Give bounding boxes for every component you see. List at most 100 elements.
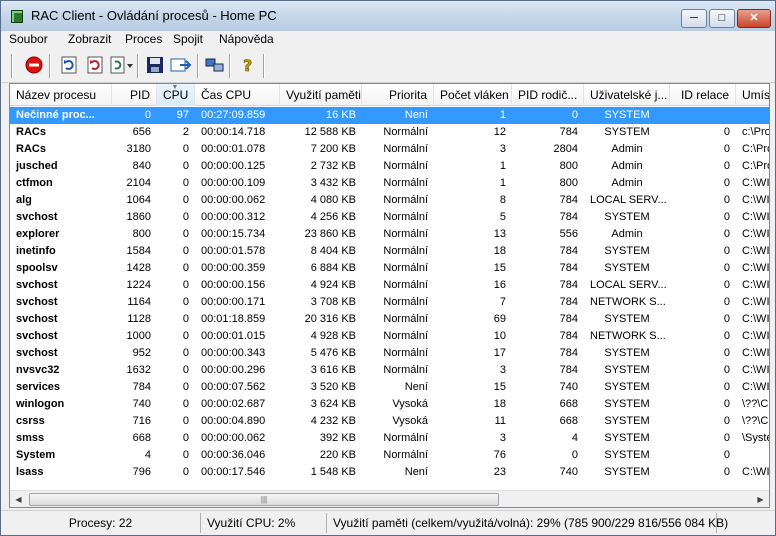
table-row[interactable]: svchost 1224 0 00:00:00.156 4 924 KB Normální…	[10, 277, 769, 294]
table-row[interactable]: smss 668 0 00:00:00.062 392 KB Normální 3 4 SYST…	[10, 430, 769, 447]
cell-name: Nečinné proc...	[16, 109, 95, 121]
table-row[interactable]: nvsvc32 1632 0 00:00:00.296 3 616 KB Normální…	[10, 362, 769, 379]
table-row[interactable]: alg 1064 0 00:00:00.062 4 080 KB Normální 8 784…	[10, 192, 769, 209]
cell-location: \??\C:\	[742, 398, 769, 410]
auto-refresh-dropdown[interactable]	[109, 54, 135, 76]
cell-user: SYSTEM	[604, 415, 650, 427]
cell-session-id: 0	[723, 415, 730, 427]
cell-user: SYSTEM	[604, 381, 650, 393]
app-window: RAC Client - Ovládání procesů - Home PC …	[0, 0, 776, 536]
column-header-user[interactable]: Uživatelské j...	[584, 84, 670, 106]
svg-text:?: ?	[243, 56, 252, 74]
cell-cpu-time: 00:00:00.062	[201, 194, 266, 206]
table-row[interactable]: svchost 1000 0 00:00:01.015 4 928 KB Normální…	[10, 328, 769, 345]
scroll-right-icon[interactable]: ▶	[752, 491, 769, 507]
cell-location: C:\WIN	[742, 177, 770, 189]
refresh-all-button[interactable]	[84, 54, 106, 76]
help-button[interactable]: ?	[237, 54, 259, 76]
column-header-name[interactable]: Název procesu	[10, 84, 112, 106]
cell-threads: 15	[493, 381, 506, 393]
column-header-priority[interactable]: Priorita	[362, 84, 434, 106]
cell-location	[736, 447, 769, 464]
table-row[interactable]: ctfmon 2104 0 00:00:00.109 3 432 KB Normální 1…	[10, 175, 769, 192]
maximize-button[interactable]: □	[709, 9, 735, 28]
column-header-pid[interactable]: PID	[112, 84, 157, 106]
cell-cpu-time: 00:00:01.078	[201, 143, 266, 155]
table-row[interactable]: System 4 0 00:00:36.046 220 KB Normální 76 0 SYS…	[10, 447, 769, 464]
title-bar[interactable]: RAC Client - Ovládání procesů - Home PC …	[1, 1, 775, 31]
scrollbar-thumb[interactable]: |||	[29, 493, 499, 506]
table-row[interactable]: svchost 952 0 00:00:00.343 5 476 KB Normální 1…	[10, 345, 769, 362]
refresh-button[interactable]	[58, 54, 80, 76]
table-row[interactable]: inetinfo 1584 0 00:00:01.578 8 404 KB Normáln…	[10, 243, 769, 260]
menu-spojit[interactable]: Spojit	[173, 32, 203, 46]
minimize-icon: ─	[690, 12, 698, 24]
table-row[interactable]: csrss 716 0 00:00:04.890 4 232 KB Vysoká 11 668…	[10, 413, 769, 430]
column-header-threads[interactable]: Počet vláken	[434, 84, 512, 106]
table-row[interactable]: jusched 840 0 00:00:00.125 2 732 KB Normální 1…	[10, 158, 769, 175]
cell-session-id: 0	[723, 364, 730, 376]
save-button[interactable]	[144, 54, 166, 76]
table-row[interactable]: explorer 800 0 00:00:15.734 23 860 KB Normáln…	[10, 226, 769, 243]
minimize-button[interactable]: ─	[681, 9, 707, 28]
cell-name: RACs	[16, 143, 46, 155]
cell-priority: Normální	[383, 364, 428, 376]
table-row[interactable]: spoolsv 1428 0 00:00:00.359 6 884 KB Normální…	[10, 260, 769, 277]
cell-cpu: 0	[182, 245, 189, 257]
cell-threads: 17	[493, 347, 506, 359]
cell-session-id: 0	[723, 313, 730, 325]
table-row[interactable]: svchost 1128 0 00:01:18.859 20 316 KB Normáln…	[10, 311, 769, 328]
cell-cpu-time: 00:00:00.296	[201, 364, 266, 376]
menu-proces[interactable]: Proces	[125, 32, 162, 46]
cell-cpu-time: 00:00:00.312	[201, 211, 266, 223]
cell-priority: Normální	[383, 211, 428, 223]
cell-memory: 4 232 KB	[310, 415, 356, 427]
cell-user: LOCAL SERV...	[590, 279, 667, 291]
connect-button[interactable]	[204, 54, 226, 76]
table-row[interactable]: winlogon 740 0 00:00:02.687 3 624 KB Vysoká 18…	[10, 396, 769, 413]
table-row[interactable]: RACs 656 2 00:00:14.718 12 588 KB Normální 12 7…	[10, 124, 769, 141]
column-header-memory[interactable]: Využití paměti	[280, 84, 362, 106]
menu-napoveda[interactable]: Nápověda	[219, 32, 274, 46]
cell-parent-pid: 800	[559, 160, 578, 172]
cell-threads: 8	[499, 194, 506, 206]
table-row[interactable]: Nečinné proc... 0 97 00:27:09.859 16 KB Není 1…	[10, 107, 769, 124]
export-button[interactable]	[169, 54, 193, 76]
scroll-left-icon[interactable]: ◀	[10, 491, 27, 507]
table-row[interactable]: lsass 796 0 00:00:17.546 1 548 KB Není 23 740 SY…	[10, 464, 769, 481]
menu-soubor[interactable]: Soubor	[9, 32, 48, 46]
cell-session-id: 0	[723, 228, 730, 240]
table-row[interactable]: svchost 1860 0 00:00:00.312 4 256 KB Normální…	[10, 209, 769, 226]
close-button[interactable]: ✕	[737, 9, 771, 28]
cell-pid: 2104	[126, 177, 151, 189]
close-icon: ✕	[749, 12, 759, 24]
column-header-cpu[interactable]: ▼ CPU	[157, 84, 195, 106]
column-header-location[interactable]: Umístě	[736, 84, 769, 106]
cell-priority: Vysoká	[392, 398, 428, 410]
status-cpu: Využití CPU: 2%	[201, 513, 327, 533]
cell-user: SYSTEM	[604, 126, 650, 138]
cell-cpu-time: 00:00:00.343	[201, 347, 266, 359]
cell-location: C:\Prog	[742, 143, 769, 155]
horizontal-scrollbar[interactable]: ◀ ||| ▶	[10, 490, 769, 507]
cell-parent-pid: 668	[559, 398, 578, 410]
cell-session-id: 0	[723, 432, 730, 444]
table-row[interactable]: RACs 3180 0 00:00:01.078 7 200 KB Normální 3 28…	[10, 141, 769, 158]
column-header-session-id[interactable]: ID relace	[670, 84, 736, 106]
cell-memory: 7 200 KB	[310, 143, 356, 155]
cell-location: C:\Prog	[742, 160, 769, 172]
process-list[interactable]: Název procesu PID ▼ CPU Čas CPU Využití p…	[9, 83, 770, 508]
stop-process-button[interactable]	[23, 54, 45, 76]
cell-threads: 18	[493, 398, 506, 410]
cell-cpu-time: 00:00:02.687	[201, 398, 266, 410]
cell-cpu: 0	[182, 211, 189, 223]
cell-parent-pid: 556	[559, 228, 578, 240]
table-row[interactable]: svchost 1164 0 00:00:00.171 3 708 KB Normální…	[10, 294, 769, 311]
cell-name: svchost	[16, 211, 58, 223]
cell-name: System	[16, 449, 56, 461]
cell-cpu: 0	[182, 296, 189, 308]
column-header-parent-pid[interactable]: PID rodič...	[512, 84, 584, 106]
table-row[interactable]: services 784 0 00:00:07.562 3 520 KB Není 15 74…	[10, 379, 769, 396]
menu-zobrazit[interactable]: Zobrazit	[68, 32, 111, 46]
column-header-cpu-time[interactable]: Čas CPU	[195, 84, 280, 106]
